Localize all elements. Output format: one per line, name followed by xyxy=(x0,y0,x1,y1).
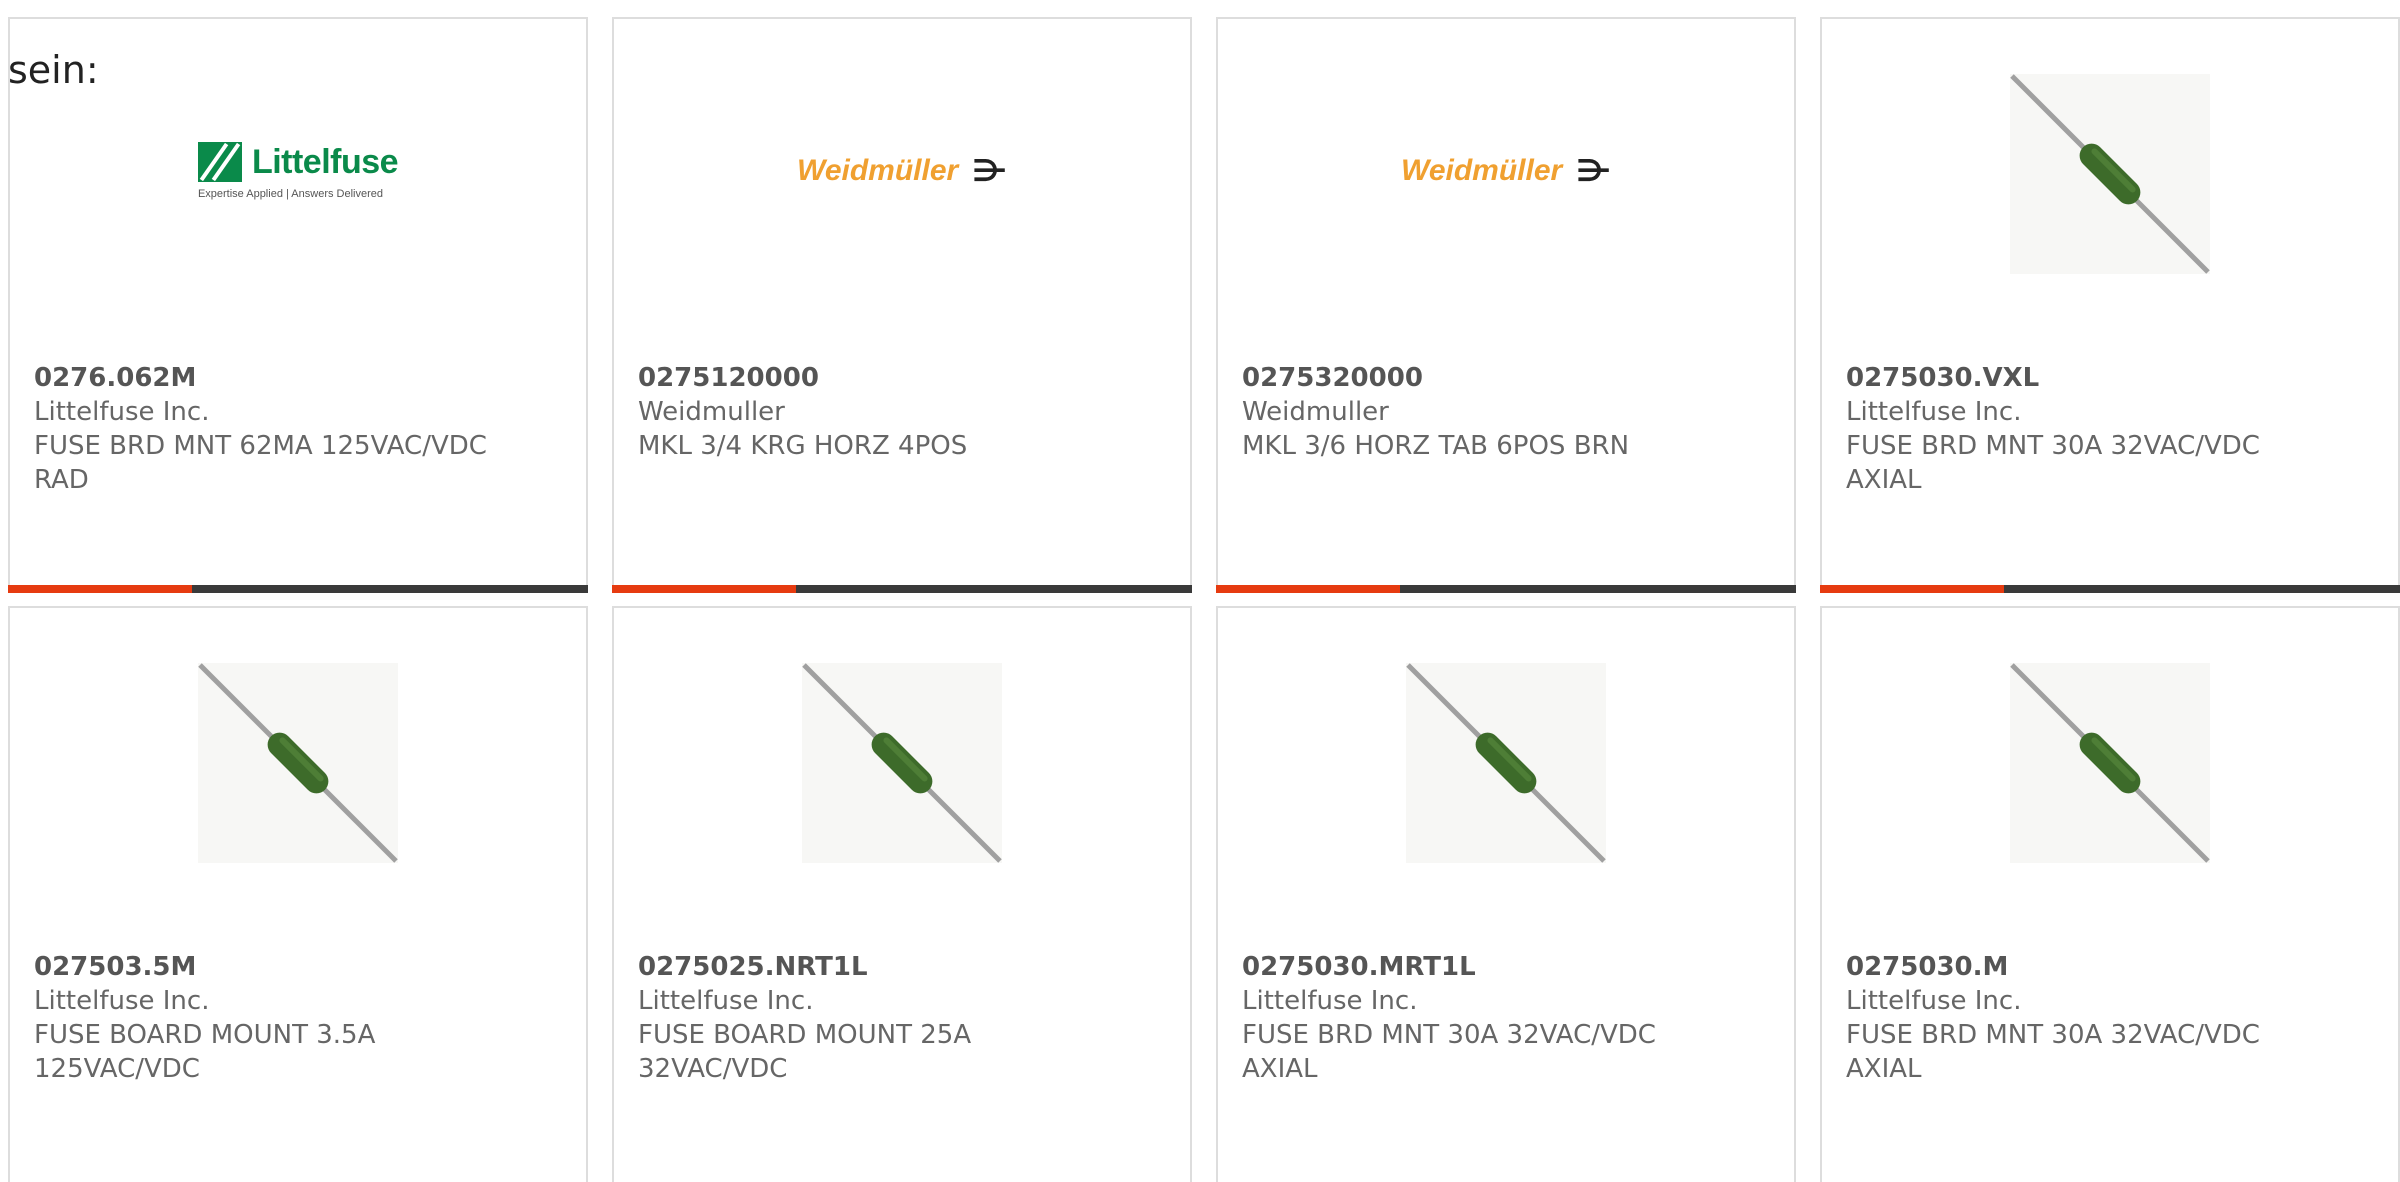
product-card[interactable]: Weidmüller ⋺ 0275320000 Weidmuller MKL 3… xyxy=(1216,17,1796,593)
description: FUSE BRD MNT 30A 32VAC/VDC AXIAL xyxy=(1242,1020,1656,1084)
product-image[interactable] xyxy=(10,608,586,948)
manufacturer: Weidmuller xyxy=(638,397,785,427)
product-image[interactable]: Weidmüller ⋺ xyxy=(614,19,1190,359)
card-accent-bar xyxy=(1820,585,2004,593)
manufacturer: Littelfuse Inc. xyxy=(1846,397,2022,427)
card-accent-bar xyxy=(612,585,796,593)
card-footer-bar xyxy=(1820,585,2400,593)
logo-wordmark: Weidmüller xyxy=(797,154,959,187)
product-card[interactable]: 0275030.M Littelfuse Inc. FUSE BRD MNT 3… xyxy=(1820,606,2400,1182)
part-number-link[interactable]: 0276.062M xyxy=(34,361,562,395)
product-image[interactable] xyxy=(1822,19,2398,359)
axial-fuse-icon xyxy=(802,663,1002,863)
weidmuller-symbol-icon: ⋺ xyxy=(972,153,1007,189)
card-accent-bar xyxy=(1216,585,1400,593)
card-footer-bar xyxy=(8,585,588,593)
description: MKL 3/6 HORZ TAB 6POS BRN xyxy=(1242,431,1630,461)
part-number-link[interactable]: 0275120000 xyxy=(638,361,1166,395)
product-card[interactable]: 027503.5M Littelfuse Inc. FUSE BOARD MOU… xyxy=(8,606,588,1182)
product-image[interactable]: Weidmüller ⋺ xyxy=(1218,19,1794,359)
product-card[interactable]: 0275025.NRT1L Littelfuse Inc. FUSE BOARD… xyxy=(612,606,1192,1182)
manufacturer: Weidmuller xyxy=(1242,397,1389,427)
littelfuse-mark-icon xyxy=(197,142,242,182)
description: MKL 3/4 KRG HORZ 4POS xyxy=(638,431,968,461)
manufacturer: Littelfuse Inc. xyxy=(1846,986,2022,1016)
product-image[interactable] xyxy=(1822,608,2398,948)
description: FUSE BRD MNT 30A 32VAC/VDC AXIAL xyxy=(1846,1020,2260,1084)
axial-fuse-icon xyxy=(2010,74,2210,274)
manufacturer: Littelfuse Inc. xyxy=(1242,986,1418,1016)
part-number-link[interactable]: 0275320000 xyxy=(1242,361,1770,395)
product-card[interactable]: 0275030.MRT1L Littelfuse Inc. FUSE BRD M… xyxy=(1216,606,1796,1182)
logo-tagline: Expertise Applied | Answers Delivered xyxy=(197,188,383,200)
product-image[interactable] xyxy=(614,608,1190,948)
product-card[interactable]: Weidmüller ⋺ 0275120000 Weidmuller MKL 3… xyxy=(612,17,1192,593)
axial-fuse-icon xyxy=(2010,663,2210,863)
description: FUSE BOARD MOUNT 3.5A 125VAC/VDC xyxy=(34,1020,376,1084)
weidmuller-symbol-icon: ⋺ xyxy=(1576,153,1611,189)
part-number-link[interactable]: 0275030.M xyxy=(1846,950,2374,984)
card-footer-bar xyxy=(612,585,1192,593)
part-number-link[interactable]: 0275025.NRT1L xyxy=(638,950,1166,984)
description: FUSE BRD MNT 30A 32VAC/VDC AXIAL xyxy=(1846,431,2260,495)
product-card[interactable]: Littelfuse Expertise Applied | Answers D… xyxy=(8,17,588,593)
littelfuse-logo: Littelfuse Expertise Applied | Answers D… xyxy=(197,142,399,200)
manufacturer: Littelfuse Inc. xyxy=(34,397,210,427)
weidmuller-logo: Weidmüller ⋺ xyxy=(797,154,1007,189)
product-image[interactable] xyxy=(1218,608,1794,948)
card-accent-bar xyxy=(8,585,192,593)
part-number-link[interactable]: 027503.5M xyxy=(34,950,562,984)
description: FUSE BRD MNT 62MA 125VAC/VDC RAD xyxy=(34,431,487,495)
manufacturer: Littelfuse Inc. xyxy=(34,986,210,1016)
lead-text: sein: xyxy=(8,48,99,92)
logo-wordmark: Littelfuse xyxy=(251,142,399,181)
axial-fuse-icon xyxy=(198,663,398,863)
logo-wordmark: Weidmüller xyxy=(1401,154,1563,187)
product-card[interactable]: 0275030.VXL Littelfuse Inc. FUSE BRD MNT… xyxy=(1820,17,2400,593)
axial-fuse-icon xyxy=(1406,663,1606,863)
manufacturer: Littelfuse Inc. xyxy=(638,986,814,1016)
weidmuller-logo: Weidmüller ⋺ xyxy=(1401,154,1611,189)
card-footer-bar xyxy=(1216,585,1796,593)
part-number-link[interactable]: 0275030.VXL xyxy=(1846,361,2374,395)
description: FUSE BOARD MOUNT 25A 32VAC/VDC xyxy=(638,1020,972,1084)
part-number-link[interactable]: 0275030.MRT1L xyxy=(1242,950,1770,984)
